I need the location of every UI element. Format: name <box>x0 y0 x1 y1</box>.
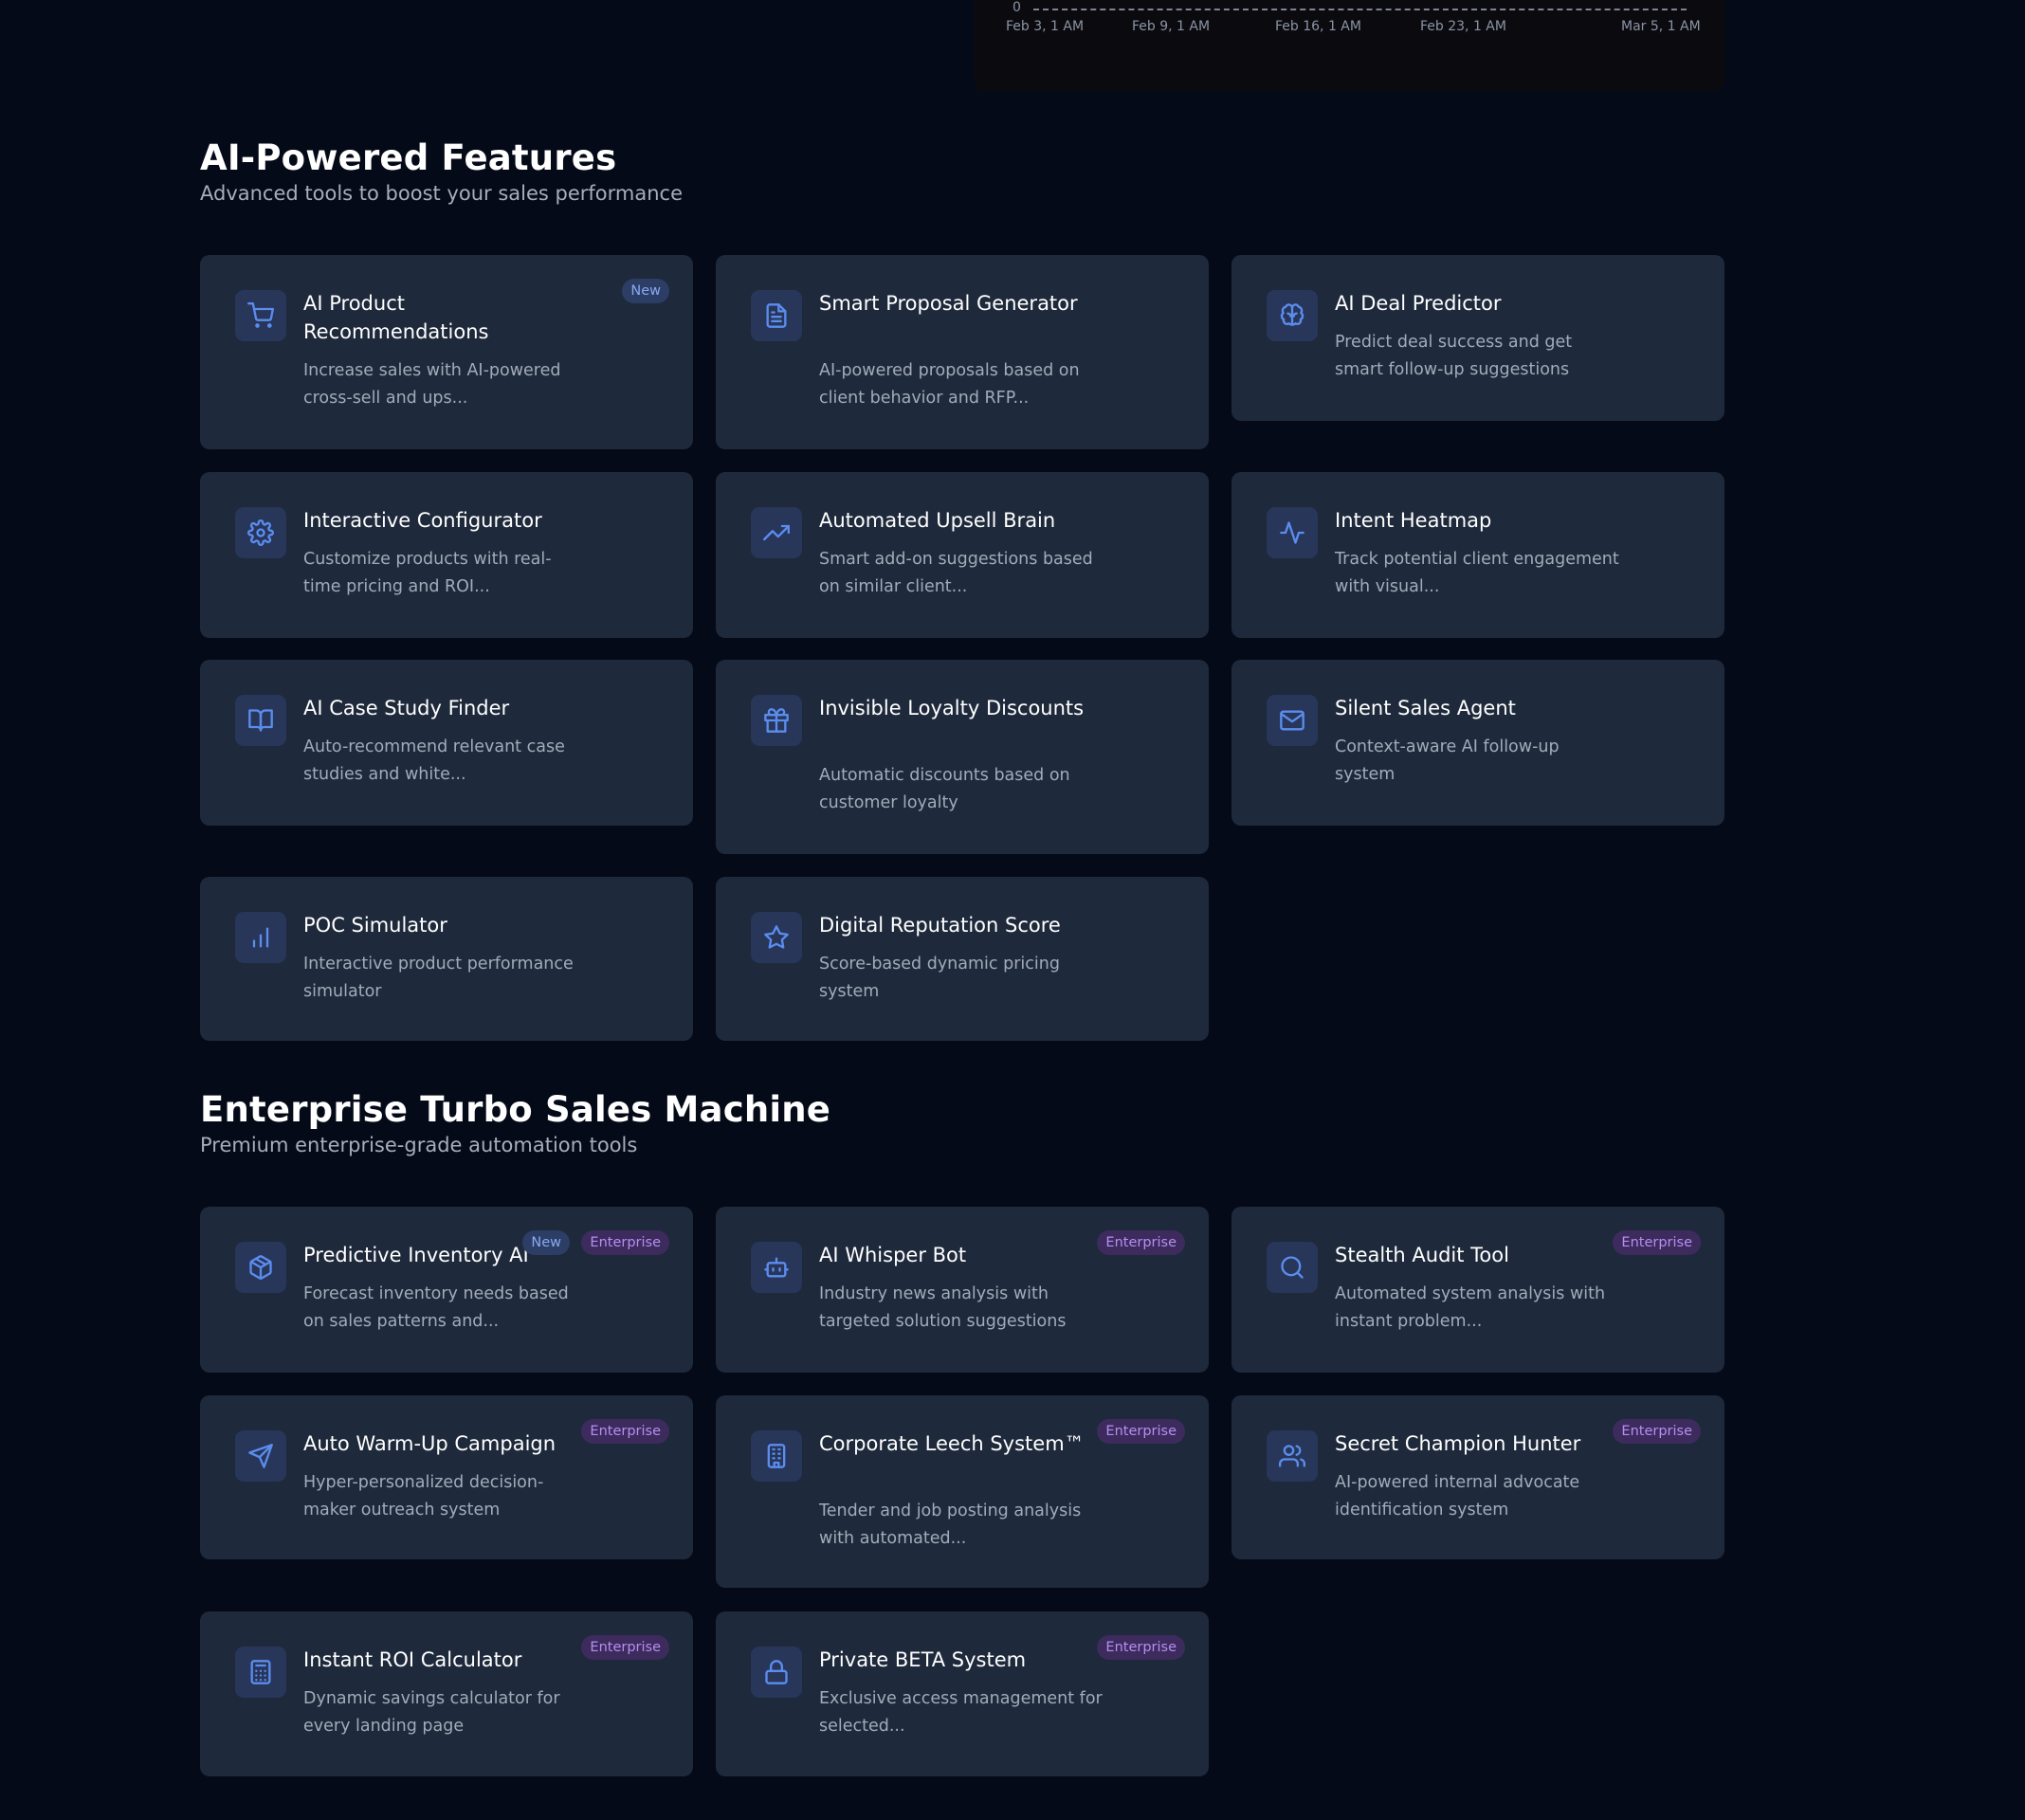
ai-section-title: AI-Powered Features <box>200 137 617 178</box>
card-title: Stealth Audit Tool <box>1335 1244 1509 1266</box>
x-tick-label: Feb 3, 1 AM <box>1006 19 1085 34</box>
card-description: AI-powered proposals based on client beh… <box>819 361 1080 408</box>
shopping-cart-icon <box>235 290 286 341</box>
activity-icon <box>1267 507 1318 558</box>
card-title: AI Product Recommendations <box>303 292 489 343</box>
enterprise-badge: Enterprise <box>1613 1230 1701 1255</box>
gift-icon <box>751 695 802 746</box>
card-title: AI Deal Predictor <box>1335 292 1502 315</box>
feature-card-ai-product-recommendations[interactable]: AI Product Recommendations Increase sale… <box>200 255 693 449</box>
card-description: Interactive product performance simulato… <box>303 955 574 1001</box>
x-tick-label: Feb 23, 1 AM <box>1420 19 1506 34</box>
card-description: Dynamic savings calculator for every lan… <box>303 1689 560 1736</box>
enterprise-badge: Enterprise <box>1097 1419 1185 1444</box>
new-badge: New <box>522 1230 570 1255</box>
card-description: Hyper-personalized decision-maker outrea… <box>303 1473 544 1520</box>
enterprise-badge: Enterprise <box>581 1230 669 1255</box>
enterprise-badge: Enterprise <box>581 1419 669 1444</box>
card-title: POC Simulator <box>303 914 447 937</box>
enterprise-section-title: Enterprise Turbo Sales Machine <box>200 1089 831 1130</box>
calculator-icon <box>235 1647 286 1698</box>
enterprise-badge: Enterprise <box>1097 1230 1185 1255</box>
enterprise-card-auto-warm-up-campaign[interactable]: Auto Warm-Up Campaign Hyper-personalized… <box>200 1395 693 1559</box>
card-title: AI Whisper Bot <box>819 1244 967 1266</box>
document-icon <box>751 290 802 341</box>
enterprise-badge: Enterprise <box>581 1635 669 1660</box>
chart-fragment: 0 Feb 3, 1 AM Feb 9, 1 AM Feb 16, 1 AM F… <box>975 0 1724 91</box>
book-open-icon <box>235 695 286 746</box>
card-title: Digital Reputation Score <box>819 914 1061 937</box>
lock-icon <box>751 1647 802 1698</box>
x-tick-label: Mar 5, 1 AM <box>1621 19 1701 34</box>
mail-icon <box>1267 695 1318 746</box>
new-badge: New <box>622 279 669 303</box>
users-icon <box>1267 1430 1318 1482</box>
y-axis-zero-label: 0 <box>1012 0 1021 15</box>
feature-card-invisible-loyalty-discounts[interactable]: Invisible Loyalty Discounts Automatic di… <box>716 660 1209 854</box>
card-title: Instant ROI Calculator <box>303 1648 522 1671</box>
feature-card-poc-simulator[interactable]: POC Simulator Interactive product perfor… <box>200 877 693 1041</box>
card-title: Corporate Leech System™ <box>819 1432 1085 1455</box>
card-title: Private BETA System <box>819 1648 1027 1671</box>
card-title: Invisible Loyalty Discounts <box>819 697 1085 719</box>
card-description: Context-aware AI follow-up system <box>1335 737 1560 784</box>
card-title: Automated Upsell Brain <box>819 509 1056 532</box>
card-description: Exclusive access management for selected… <box>819 1689 1103 1736</box>
card-description: Forecast inventory needs based on sales … <box>303 1284 569 1331</box>
feature-card-smart-proposal-generator[interactable]: Smart Proposal Generator AI-powered prop… <box>716 255 1209 449</box>
card-description: Automatic discounts based on customer lo… <box>819 766 1070 812</box>
feature-card-ai-case-study-finder[interactable]: AI Case Study Finder Auto-recommend rele… <box>200 660 693 826</box>
building-icon <box>751 1430 802 1482</box>
card-description: Tender and job posting analysis with aut… <box>819 1502 1082 1548</box>
x-tick-label: Feb 16, 1 AM <box>1275 19 1361 34</box>
enterprise-card-predictive-inventory-ai[interactable]: Predictive Inventory AI Forecast invento… <box>200 1207 693 1373</box>
package-icon <box>235 1242 286 1293</box>
enterprise-card-ai-whisper-bot[interactable]: AI Whisper Bot Industry news analysis wi… <box>716 1207 1209 1373</box>
feature-card-automated-upsell-brain[interactable]: Automated Upsell Brain Smart add-on sugg… <box>716 472 1209 638</box>
search-icon <box>1267 1242 1318 1293</box>
enterprise-card-private-beta-system[interactable]: Private BETA System Exclusive access man… <box>716 1611 1209 1776</box>
card-description: Track potential client engagement with v… <box>1335 550 1619 596</box>
feature-card-intent-heatmap[interactable]: Intent Heatmap Track potential client en… <box>1231 472 1724 638</box>
card-title: Interactive Configurator <box>303 509 542 532</box>
card-description: Customize products with real-time pricin… <box>303 550 552 596</box>
ai-section-subtitle: Advanced tools to boost your sales perfo… <box>200 182 683 205</box>
card-description: Score-based dynamic pricing system <box>819 955 1060 1001</box>
chart-baseline <box>1033 9 1687 10</box>
enterprise-section-subtitle: Premium enterprise-grade automation tool… <box>200 1134 638 1156</box>
bot-icon <box>751 1242 802 1293</box>
card-title: Silent Sales Agent <box>1335 697 1516 719</box>
enterprise-card-corporate-leech-system[interactable]: Corporate Leech System™ Tender and job p… <box>716 1395 1209 1588</box>
feature-card-ai-deal-predictor[interactable]: AI Deal Predictor Predict deal success a… <box>1231 255 1724 421</box>
enterprise-card-instant-roi-calculator[interactable]: Instant ROI Calculator Dynamic savings c… <box>200 1611 693 1776</box>
card-title: Intent Heatmap <box>1335 509 1492 532</box>
card-title: AI Case Study Finder <box>303 697 510 719</box>
enterprise-badge: Enterprise <box>1613 1419 1701 1444</box>
x-tick-label: Feb 9, 1 AM <box>1132 19 1211 34</box>
feature-card-silent-sales-agent[interactable]: Silent Sales Agent Context-aware AI foll… <box>1231 660 1724 826</box>
card-description: AI-powered internal advocate identificat… <box>1335 1473 1580 1520</box>
enterprise-card-stealth-audit-tool[interactable]: Stealth Audit Tool Automated system anal… <box>1231 1207 1724 1373</box>
card-description: Industry news analysis with targeted sol… <box>819 1284 1067 1331</box>
feature-card-digital-reputation-score[interactable]: Digital Reputation Score Score-based dyn… <box>716 877 1209 1041</box>
bar-chart-icon <box>235 912 286 963</box>
card-description: Smart add-on suggestions based on simila… <box>819 550 1093 596</box>
card-title: Smart Proposal Generator <box>819 292 1078 315</box>
enterprise-card-secret-champion-hunter[interactable]: Secret Champion Hunter AI-powered intern… <box>1231 1395 1724 1559</box>
card-title: Auto Warm-Up Campaign <box>303 1432 556 1455</box>
gear-icon <box>235 507 286 558</box>
card-description: Predict deal success and get smart follo… <box>1335 333 1573 379</box>
send-icon <box>235 1430 286 1482</box>
card-description: Auto-recommend relevant case studies and… <box>303 737 565 784</box>
card-title: Secret Champion Hunter <box>1335 1432 1581 1455</box>
card-description: Automated system analysis with instant p… <box>1335 1284 1606 1331</box>
brain-icon <box>1267 290 1318 341</box>
feature-card-interactive-configurator[interactable]: Interactive Configurator Customize produ… <box>200 472 693 638</box>
star-icon <box>751 912 802 963</box>
card-description: Increase sales with AI-powered cross-sel… <box>303 361 561 408</box>
trending-up-icon <box>751 507 802 558</box>
enterprise-badge: Enterprise <box>1097 1635 1185 1660</box>
